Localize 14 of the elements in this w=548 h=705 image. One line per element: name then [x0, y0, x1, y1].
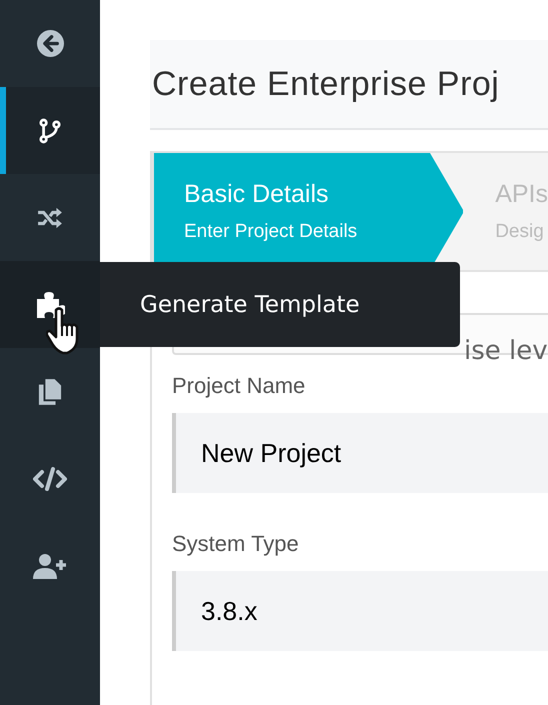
sidebar-item[interactable]: [0, 261, 100, 348]
page-title: Create Enterprise Proj: [152, 64, 500, 104]
code-icon: [33, 466, 67, 490]
tooltip: Generate Template: [100, 262, 460, 347]
shuffle-icon: [36, 206, 64, 228]
copy-icon: [38, 378, 62, 406]
input-field[interactable]: New Project: [172, 413, 548, 493]
field-label: System Type: [172, 531, 300, 557]
field-label: Project Name: [172, 373, 306, 399]
branch-icon: [39, 118, 61, 144]
sidebar-item[interactable]: [0, 87, 100, 174]
hand-cursor-icon: [46, 306, 80, 356]
input-field[interactable]: 3.8.x: [172, 571, 548, 651]
add-user-icon: [33, 552, 67, 578]
